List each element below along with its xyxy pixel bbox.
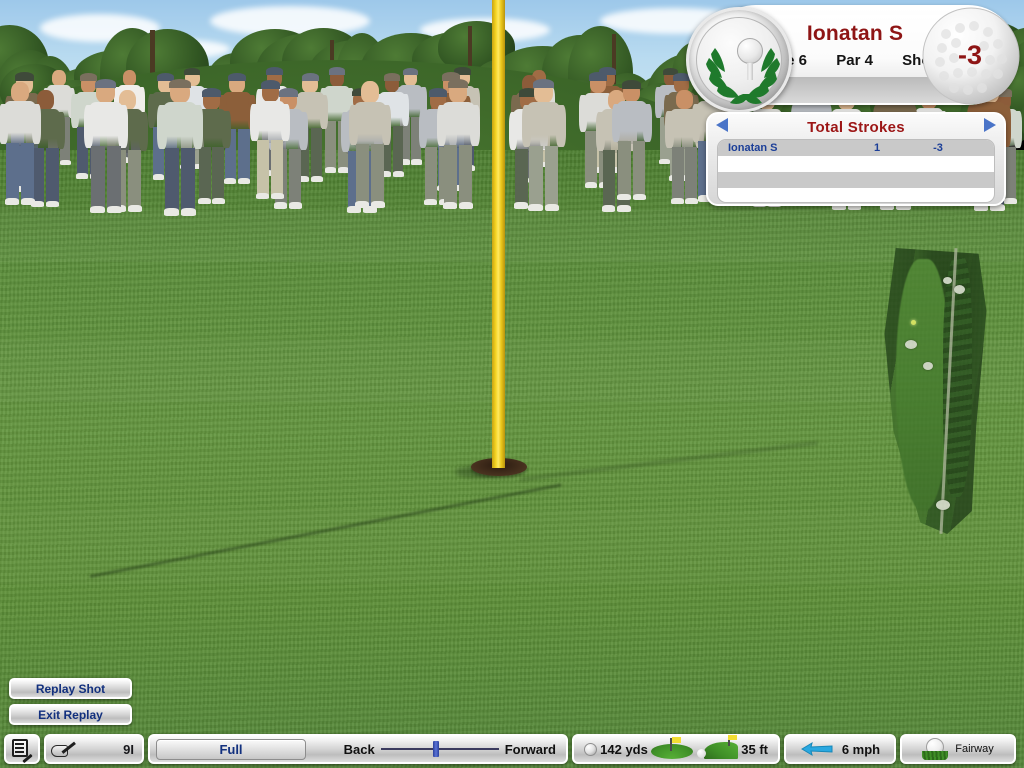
distance-panel: 142 yds 35 ft xyxy=(572,734,780,764)
club-selector[interactable]: 9I xyxy=(44,734,144,764)
ball-position-slider[interactable]: Back Forward xyxy=(343,741,556,757)
ball-on-grass-icon xyxy=(922,738,949,760)
map-ball-marker xyxy=(911,319,917,325)
game-screen: Ionatan S Hole 6 Par 4 Shot 2 -3 xyxy=(0,0,1024,768)
spectator xyxy=(81,78,130,221)
total-cell: -3 xyxy=(933,142,943,154)
tournament-emblem-icon xyxy=(686,7,792,113)
lie-label: Fairway xyxy=(955,743,994,755)
elevation-value: 35 ft xyxy=(741,741,768,757)
table-row[interactable] xyxy=(718,156,994,172)
spectator xyxy=(249,80,292,206)
map-fairway xyxy=(895,259,950,512)
player-name-cell: Ionatan S xyxy=(728,142,778,154)
scoreboard-title: Total Strokes xyxy=(807,119,905,136)
flagstick xyxy=(492,0,505,468)
wind-speed: 6 mph xyxy=(841,741,881,757)
emblem-inner xyxy=(696,17,782,104)
spectator xyxy=(0,81,43,212)
club-label: 9I xyxy=(123,741,134,757)
spectator xyxy=(434,79,481,217)
scoreboard-panel: Total Strokes Ionatan S 1 -3 xyxy=(706,112,1006,206)
swing-controls: Full Back Forward xyxy=(148,734,568,764)
ball-to-green-elevation-icon xyxy=(696,735,739,759)
scoreboard-list[interactable]: Ionatan S 1 -3 xyxy=(717,139,995,203)
golf-ball-icon xyxy=(584,742,597,756)
table-row[interactable] xyxy=(718,172,994,188)
lie-panel: Fairway xyxy=(900,734,1016,764)
status-badge: -3 xyxy=(957,40,982,70)
spectator xyxy=(610,79,654,207)
spectator xyxy=(347,81,393,214)
scorecard-button[interactable] xyxy=(4,734,40,764)
wind-arrow-icon xyxy=(800,741,833,757)
slider-forward-label: Forward xyxy=(504,741,556,757)
scorecard-icon xyxy=(12,739,33,764)
hole-overview-map[interactable] xyxy=(880,248,992,534)
slider-thumb[interactable] xyxy=(433,741,440,757)
map-bunker xyxy=(942,276,952,284)
bottom-toolbar: 9I Full Back Forward 142 yds 35 ft 6 mph… xyxy=(0,730,1024,768)
laurel-wreath-icon xyxy=(706,48,780,104)
golf-club-icon xyxy=(51,739,79,759)
page-title: Ionatan S xyxy=(806,22,904,45)
wind-panel: 6 mph xyxy=(784,734,896,764)
table-row[interactable] xyxy=(718,188,994,202)
replay-shot-button[interactable]: Replay Shot xyxy=(9,678,132,699)
swing-type-button[interactable]: Full xyxy=(156,738,306,760)
table-row[interactable]: Ionatan S 1 -3 xyxy=(718,140,994,156)
spectator xyxy=(155,78,205,224)
map-bunker xyxy=(936,499,950,510)
spectator xyxy=(520,79,568,218)
distance-to-pin: 142 yds xyxy=(600,741,648,757)
arrow-right-icon[interactable] xyxy=(984,118,996,132)
map-bunker xyxy=(904,339,917,349)
strokes-cell: 1 xyxy=(873,142,881,154)
par-value: Par 4 xyxy=(836,52,873,69)
green-with-pin-icon xyxy=(650,737,693,759)
slider-track[interactable] xyxy=(380,741,499,757)
arrow-left-icon[interactable] xyxy=(716,118,728,132)
slider-back-label: Back xyxy=(343,741,375,757)
exit-replay-button[interactable]: Exit Replay xyxy=(9,704,132,725)
